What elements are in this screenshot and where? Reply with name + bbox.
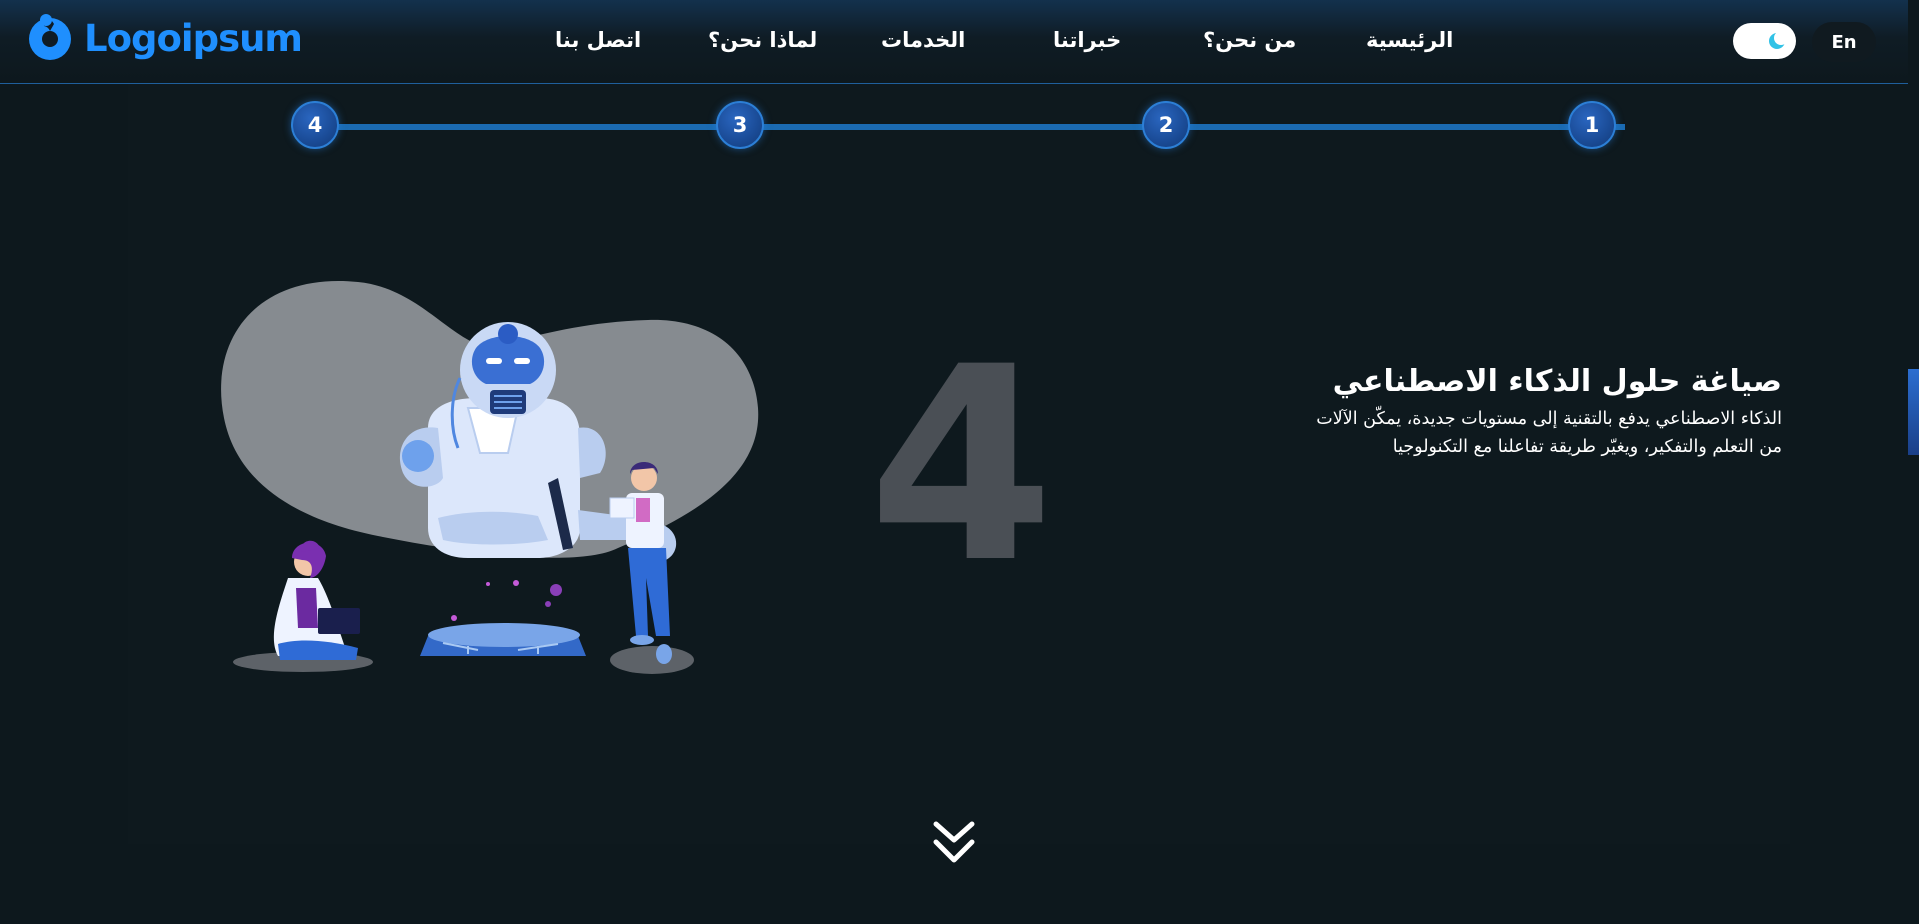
logo[interactable]: Logoipsum	[24, 12, 303, 64]
double-chevron-down-icon[interactable]	[930, 818, 978, 868]
logo-text: Logoipsum	[84, 16, 303, 60]
slide-body: الذكاء الاصطناعي يدفع بالتقنية إلى مستوي…	[1182, 405, 1782, 461]
slide-content: صياغة حلول الذكاء الاصطناعي الذكاء الاصط…	[1182, 364, 1782, 461]
robot-and-scientists-illustration	[221, 280, 759, 674]
slide-body-line-2: من التعلم والتفكير، ويغيّر طريقة تفاعلنا…	[1392, 437, 1782, 457]
top-navbar: Logoipsum الرئيسية من نحن؟ خبراتنا الخدم…	[0, 0, 1908, 84]
slide-number: 4	[868, 310, 1055, 622]
nav-about[interactable]: من نحن؟	[1203, 28, 1296, 52]
step-2-button[interactable]: 2	[1142, 101, 1190, 149]
step-1-button[interactable]: 1	[1568, 101, 1616, 149]
language-switch-button[interactable]: En	[1812, 22, 1876, 62]
side-tab-handle[interactable]	[1908, 369, 1919, 455]
nav-home[interactable]: الرئيسية	[1366, 28, 1453, 52]
nav-services[interactable]: الخدمات	[881, 28, 965, 52]
theme-toggle[interactable]	[1733, 23, 1796, 59]
step-4-button[interactable]: 4	[291, 101, 339, 149]
nav-why-us[interactable]: لماذا نحن؟	[708, 28, 817, 52]
nav-experience[interactable]: خبراتنا	[1053, 28, 1121, 52]
slide-title: صياغة حلول الذكاء الاصطناعي	[1332, 364, 1782, 399]
logo-icon	[29, 14, 71, 60]
slide-body-line-1: الذكاء الاصطناعي يدفع بالتقنية إلى مستوي…	[1316, 409, 1782, 429]
step-3-button[interactable]: 3	[716, 101, 764, 149]
moon-icon	[1769, 31, 1788, 49]
nav-contact[interactable]: اتصل بنا	[555, 28, 641, 52]
